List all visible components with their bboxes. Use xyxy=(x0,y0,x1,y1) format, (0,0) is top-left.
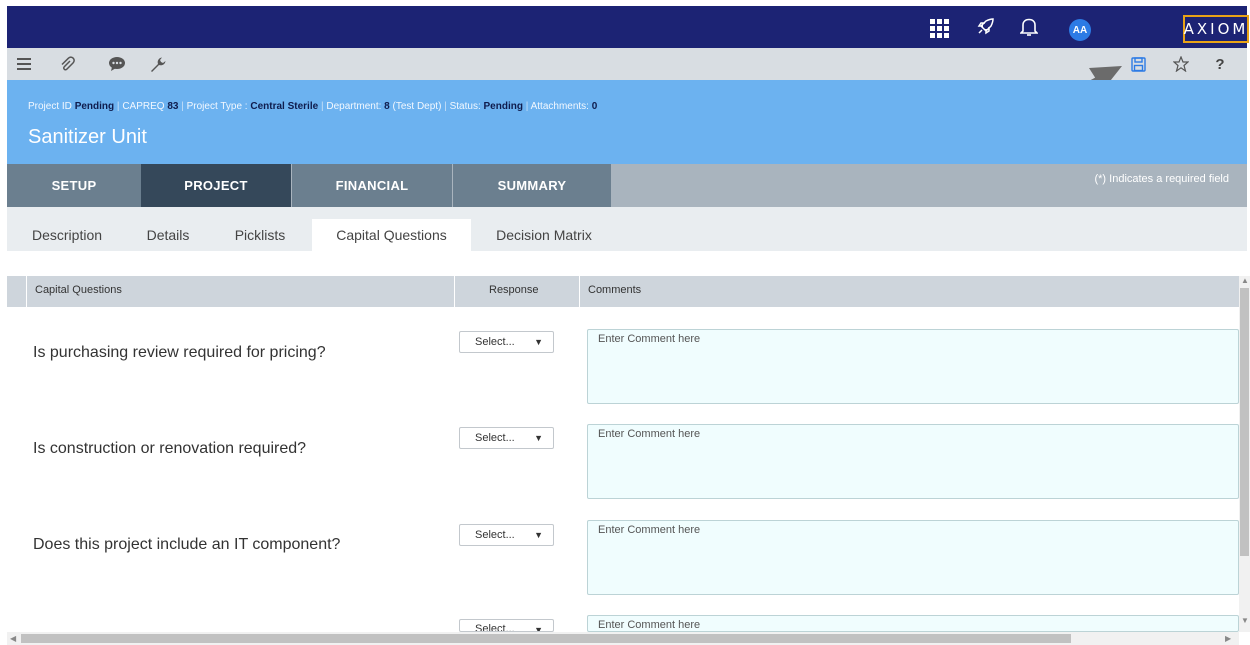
scroll-up-icon[interactable]: ▲ xyxy=(1241,276,1249,285)
subtab-decision-matrix[interactable]: Decision Matrix xyxy=(485,219,603,251)
department-extra: (Test Dept) xyxy=(392,101,442,112)
response-select[interactable]: Select... ▼ xyxy=(459,524,554,546)
comment-placeholder: Enter Comment here xyxy=(598,619,701,631)
scroll-left-icon[interactable]: ◀ xyxy=(10,634,16,643)
attachments-label: Attachments: xyxy=(530,101,589,112)
rocket-icon[interactable] xyxy=(973,14,997,40)
project-id-label: Project ID xyxy=(28,101,72,112)
main-tabs: SETUP PROJECT FINANCIAL SUMMARY (*) Indi… xyxy=(7,164,1247,207)
comment-field[interactable]: Enter Comment here xyxy=(587,424,1239,499)
capreq-value: 83 xyxy=(167,101,179,112)
project-type-label: Project Type : xyxy=(186,101,248,112)
table-header: Capital Questions Response Comments xyxy=(7,276,1239,307)
chevron-down-icon: ▼ xyxy=(534,337,543,347)
apps-grid-icon[interactable] xyxy=(929,19,949,38)
question-text: Is construction or renovation required? xyxy=(33,440,307,457)
paperclip-icon[interactable] xyxy=(57,52,77,76)
comment-placeholder: Enter Comment here xyxy=(598,428,701,440)
bell-icon[interactable] xyxy=(1017,14,1041,40)
comment-icon[interactable] xyxy=(106,52,128,76)
menu-icon[interactable] xyxy=(15,52,33,76)
comment-placeholder: Enter Comment here xyxy=(598,524,701,536)
project-type-value: Central Sterile xyxy=(250,101,319,112)
vertical-scrollbar[interactable]: ▲ ▼ xyxy=(1239,276,1250,632)
response-select-value: Select... xyxy=(475,529,515,541)
tab-financial[interactable]: FINANCIAL xyxy=(292,164,452,207)
comment-field[interactable]: Enter Comment here xyxy=(587,329,1239,404)
comment-placeholder: Enter Comment here xyxy=(598,333,701,345)
horizontal-scrollbar[interactable]: ◀ ▶ xyxy=(7,632,1239,645)
project-header: Project ID Pending | CAPREQ 83 | Project… xyxy=(7,80,1247,164)
column-header-response: Response xyxy=(489,284,539,296)
wrench-icon[interactable] xyxy=(147,52,167,76)
question-text: Is purchasing review required for pricin… xyxy=(33,344,326,361)
sub-tabs: Description Details Picklists Capital Qu… xyxy=(7,207,1247,251)
subtab-details[interactable]: Details xyxy=(140,219,196,251)
response-select-value: Select... xyxy=(475,432,515,444)
project-meta-line: Project ID Pending | CAPREQ 83 | Project… xyxy=(28,101,598,112)
toolbar: ? xyxy=(7,48,1247,80)
comment-field[interactable]: Enter Comment here xyxy=(587,520,1239,595)
chevron-down-icon: ▼ xyxy=(534,625,543,632)
top-nav-bar: AA AXIOM xyxy=(7,6,1249,48)
chevron-down-icon: ▼ xyxy=(534,433,543,443)
response-select-value: Select... xyxy=(475,336,515,348)
star-icon[interactable] xyxy=(1171,52,1191,76)
tab-setup[interactable]: SETUP xyxy=(7,164,141,207)
tab-summary[interactable]: SUMMARY xyxy=(453,164,611,207)
horizontal-scroll-thumb[interactable] xyxy=(21,634,1071,643)
column-header-questions: Capital Questions xyxy=(35,284,122,296)
capreq-label: CAPREQ xyxy=(122,101,165,112)
project-id-value: Pending xyxy=(74,101,115,112)
column-header-comments: Comments xyxy=(588,284,642,296)
response-select-value: Select... xyxy=(475,623,515,632)
save-icon[interactable] xyxy=(1128,52,1148,76)
department-label: Department: xyxy=(326,101,382,112)
subtab-picklists[interactable]: Picklists xyxy=(224,219,296,251)
status-label: Status: xyxy=(449,101,481,112)
column-divider xyxy=(454,276,455,307)
axiom-logo: AXIOM xyxy=(1183,15,1249,43)
help-icon[interactable]: ? xyxy=(1211,52,1229,76)
subtab-capital-questions[interactable]: Capital Questions xyxy=(312,219,471,251)
required-field-note: (*) Indicates a required field xyxy=(1094,173,1229,185)
response-select[interactable]: Select... ▼ xyxy=(459,427,554,449)
chevron-down-icon: ▼ xyxy=(534,530,543,540)
comment-field[interactable]: Enter Comment here xyxy=(587,615,1239,632)
tab-project[interactable]: PROJECT xyxy=(141,164,291,207)
attachments-value: 0 xyxy=(591,101,598,112)
column-divider xyxy=(579,276,580,307)
scroll-right-icon[interactable]: ▶ xyxy=(1225,634,1231,643)
user-avatar[interactable]: AA xyxy=(1069,19,1091,41)
subtab-description[interactable]: Description xyxy=(28,219,106,251)
column-divider xyxy=(26,276,27,307)
response-select[interactable]: Select... ▼ xyxy=(459,619,554,632)
vertical-scroll-thumb[interactable] xyxy=(1240,288,1249,556)
department-value: 8 xyxy=(384,101,390,112)
scroll-down-icon[interactable]: ▼ xyxy=(1241,616,1249,625)
question-text: Does this project include an IT componen… xyxy=(33,536,341,553)
status-value: Pending xyxy=(483,101,523,112)
page-title: Sanitizer Unit xyxy=(28,126,147,148)
response-select[interactable]: Select... ▼ xyxy=(459,331,554,353)
